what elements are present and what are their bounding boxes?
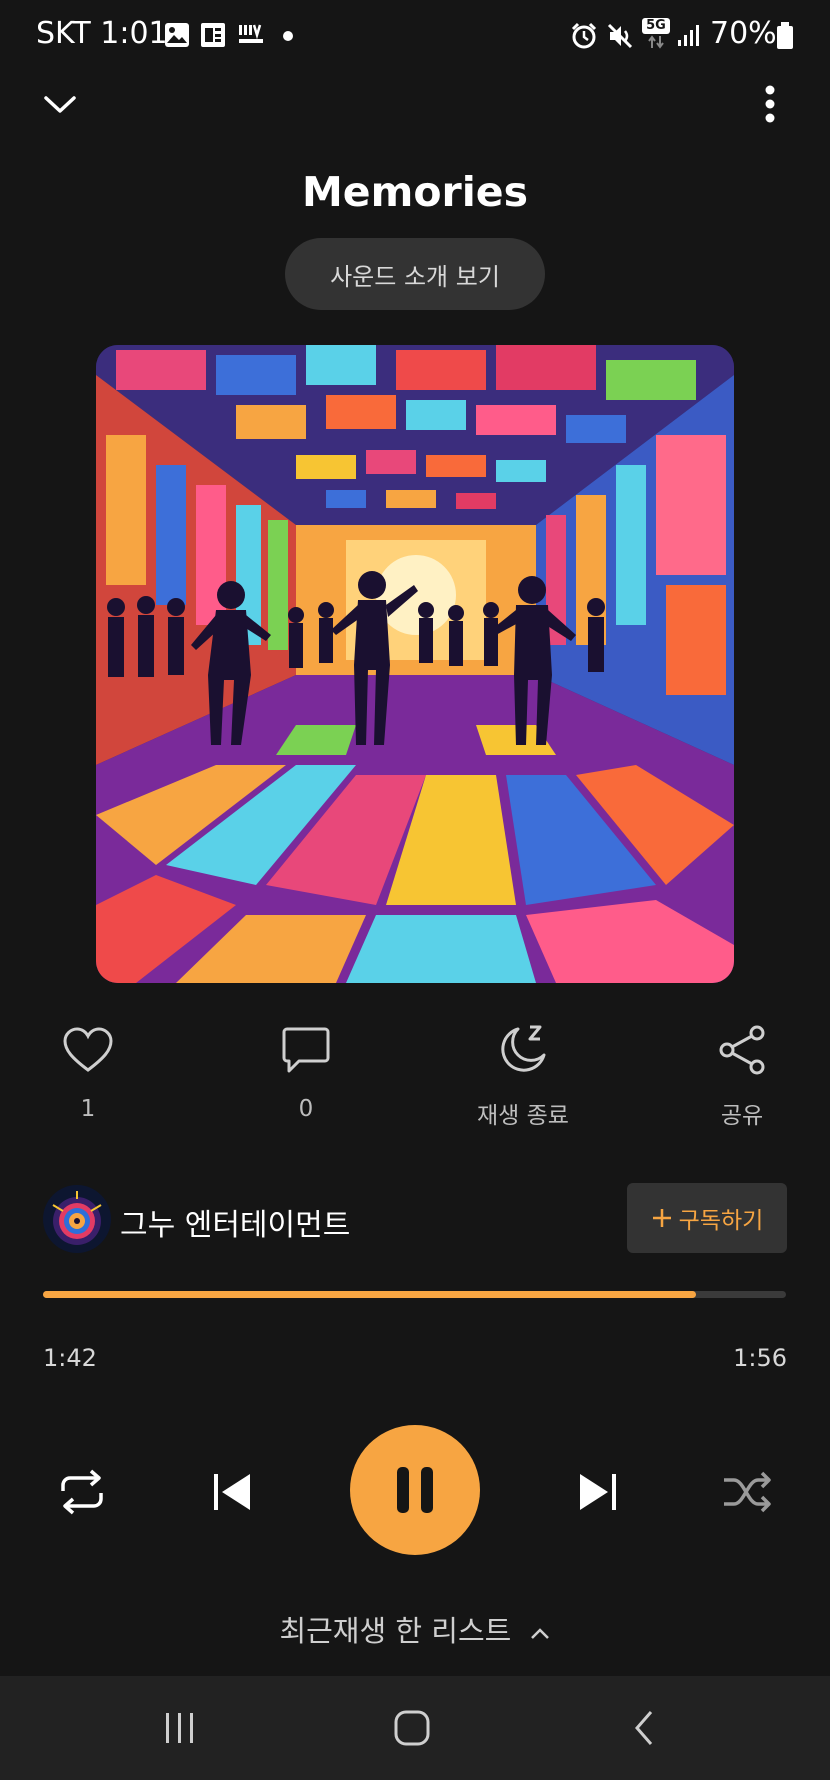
chevron-down-icon [44,96,76,113]
repeat-button[interactable] [50,1460,114,1524]
data-arrows-icon [648,35,664,49]
channel-avatar[interactable] [43,1185,111,1253]
next-icon [580,1474,616,1510]
sleep-moon-icon [501,1025,546,1072]
news-icon [201,23,225,47]
like-action[interactable]: 1 [28,1018,148,1122]
recent-playlist-label: 최근재생 한 리스트 [279,1614,512,1648]
comment-action[interactable]: 0 [246,1018,366,1122]
comment-count: 0 [298,1096,314,1122]
share-icon [719,1025,765,1075]
next-button[interactable] [566,1460,630,1524]
recent-apps-icon [166,1713,193,1743]
recent-playlist-toggle[interactable]: 최근재생 한 리스트 [0,1608,830,1650]
heart-icon [63,1027,113,1072]
status-bar: SKT 1:01 5G 70% [0,0,830,70]
previous-button[interactable] [200,1460,264,1524]
progress-bar[interactable] [43,1291,786,1298]
album-art [96,345,734,983]
repeat-icon [61,1469,103,1515]
plus-icon [652,1209,671,1227]
back-icon [635,1711,653,1745]
share-action[interactable]: 공유 [682,1018,802,1130]
album-art-illustration [96,345,734,983]
more-options-button[interactable] [738,72,802,136]
comment-icon [282,1027,330,1073]
sound-intro-button[interactable]: 사운드 소개 보기 [285,238,545,310]
recent-apps-button[interactable] [150,1698,210,1758]
liiv-next-icon [239,24,263,43]
current-time: 1:42 [43,1344,97,1372]
shuffle-icon [724,1471,771,1513]
dot-icon [283,31,293,41]
network-label: 5G [642,18,670,34]
shuffle-button[interactable] [716,1460,780,1524]
network-indicator: 5G [642,18,670,52]
channel-name[interactable]: 그누 엔터테이먼트 [120,1200,350,1244]
channel-avatar-image [43,1185,111,1253]
pause-icon [397,1467,433,1513]
battery-percent: 70% [710,16,777,51]
collapse-button[interactable] [28,72,92,136]
sleep-timer-action[interactable]: 재생 종료 [463,1018,583,1130]
sleep-timer-label: 재생 종료 [477,1103,569,1129]
alarm-icon [571,22,597,49]
like-count: 1 [80,1096,96,1122]
chevron-up-icon [530,1628,549,1639]
carrier-time: SKT 1:01 [36,16,168,51]
progress-fill [43,1291,697,1298]
subscribe-button[interactable]: 구독하기 [627,1183,787,1253]
system-nav-bar [0,1676,830,1780]
gallery-icon [165,23,189,47]
share-label: 공유 [720,1103,764,1129]
back-button[interactable] [614,1698,674,1758]
battery-icon [777,22,793,49]
track-title: Memories [302,168,528,216]
signal-icon [678,25,699,46]
total-time: 1:56 [733,1344,787,1372]
pause-button[interactable] [350,1425,480,1555]
home-button[interactable] [382,1698,442,1758]
previous-icon [214,1474,250,1510]
mute-icon [607,23,633,49]
subscribe-label: 구독하기 [678,1208,764,1234]
more-vertical-icon [765,85,775,123]
home-icon [394,1710,430,1746]
